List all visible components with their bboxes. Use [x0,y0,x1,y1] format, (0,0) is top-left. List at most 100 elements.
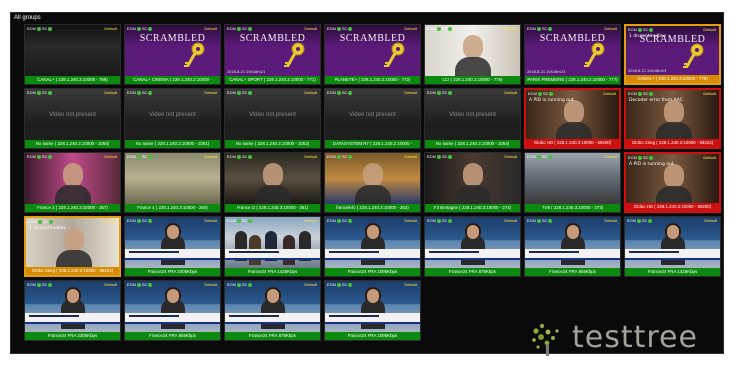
video-preview[interactable]: SCRAMBLED [225,25,320,76]
default-badge: Default [604,218,617,223]
sc-label: SC [241,90,248,95]
ecm-status-icon [637,155,642,160]
video-preview[interactable] [225,217,320,268]
ecm-sc-indicator: ECM SC [227,90,253,95]
channel-tile[interactable]: ECM SC Default A PID is running out Globo HD… [524,88,621,149]
channel-tile[interactable]: Video not present ECM SC Default No name ( 2… [24,88,121,149]
status-indicators: ECM SC Default [26,218,119,225]
channel-tile[interactable]: ECM SC Default France24 FRA 1425Kbps [224,216,321,277]
video-preview[interactable] [325,281,420,332]
channel-tile[interactable]: ECM SC Default F3 Bretagne ( 228.1.240.3:10… [424,152,521,213]
channel-label: francelnfo ( 228.1.240.3:10000 - 262) [325,204,420,212]
channel-label: France 4 ( 228.1.240.3:10000 - 260) [125,204,220,212]
status-indicators: ECM SC Default [525,25,620,32]
video-preview[interactable] [425,153,520,204]
anchor-face [167,225,179,239]
sc-label: SC [141,154,148,159]
video-preview[interactable] [125,217,220,268]
video-preview[interactable] [125,281,220,332]
video-preview[interactable] [25,25,120,76]
video-preview[interactable]: SCRAMBLED [525,25,620,76]
person-figure [63,163,83,187]
ecm-status-icon [236,282,241,287]
channel-tile[interactable]: ECM SC Default France24 FRA 655Kbps [124,280,221,341]
ecm-status-icon [637,27,642,32]
channel-tile[interactable]: Video not present ECM SC Default DATASYSTEM … [324,88,421,149]
ecm-sc-indicator: ECM SC [127,26,153,31]
video-preview[interactable] [25,281,120,332]
channel-tile[interactable]: ECM SC Default France24 FRA 875Kbps [424,216,521,277]
ecm-label: ECM [127,90,136,95]
video-preview[interactable]: Video not present [425,89,520,140]
channel-tile[interactable]: ECM SC Default A PID is running out Globo HD… [624,152,721,213]
channel-tile[interactable]: SCRAMBLED ECM SC Default CANAL+ CINEMA ( 228… [124,24,221,85]
status-indicators: ECM SC Default [125,281,220,288]
channel-tile[interactable]: SCRAMBLED ECM SC Default 2018-8-21 20h18m23 P… [524,24,621,85]
sc-status-icon [49,219,54,224]
channel-tile[interactable]: Video not present ECM SC Default No name ( 2… [424,88,521,149]
video-preview[interactable]: SCRAMBLED [325,25,420,76]
video-preview[interactable] [325,217,420,268]
channel-tile[interactable]: SCRAMBLED ECM SC Default 2018-8-21 20h18m21 C… [224,24,321,85]
channel-tile[interactable]: ECM SC Default francelnfo ( 228.1.240.3:100… [324,152,421,213]
news-ticker [25,313,120,322]
channel-tile[interactable]: Video not present ECM SC Default No name ( 2… [224,88,321,149]
channel-tile[interactable]: ECM SC Default Decoder error from AAC Globo … [624,88,721,149]
error-message: A PID is running out [629,162,674,167]
channel-tile[interactable]: Video not present ECM SC Default No name ( 2… [124,88,221,149]
ecm-status-icon [36,154,41,159]
video-preview[interactable] [525,153,620,204]
channel-tile[interactable]: ECM SC Default France 4 ( 228.1.240.3:10000… [124,152,221,213]
channel-tile[interactable]: ECM SC Default CANAL+ ( 228.1.240.2:10000 -… [24,24,121,85]
channel-tile[interactable]: ECM SC Default France24 FRA 655Kbps [524,216,621,277]
ecm-label: ECM [127,26,136,31]
video-preview[interactable] [625,217,720,268]
sc-status-icon [448,90,453,95]
ecm-sc-indicator: ECM SC [628,27,654,32]
news-ticker-band [125,322,220,324]
channel-tile[interactable]: ECM SC Default France 2 ( 228.1.240.3:10000… [24,152,121,213]
ecm-sc-indicator: ECM SC [527,218,553,223]
sc-status-icon [348,282,353,287]
channel-tile[interactable]: SCRAMBLED ECM SC Default PLANETE+ ( 228.1.24… [324,24,421,85]
video-preview[interactable] [225,153,320,204]
video-preview[interactable]: SCRAMBLED [125,25,220,76]
sc-label: SC [541,218,548,223]
video-preview[interactable]: Video not present [225,89,320,140]
status-indicators: ECM SC Default [525,217,620,224]
ecm-status-icon [436,90,441,95]
sc-status-icon [48,26,53,31]
anchor-face [567,225,579,239]
channel-tile[interactable]: SCRAMBLED ECM SC Default 1 discontinuities 20… [624,24,721,85]
channel-tile[interactable]: ECM SC Default France24 FRA 875Kbps [224,280,321,341]
video-preview[interactable]: Video not present [125,89,220,140]
channel-tile[interactable]: ECM SC Default France24 FRA 1095Kbps [324,280,421,341]
channel-label: TV8 ( 228.1.240.3:10000 - 373) [525,204,620,212]
video-preview[interactable] [325,153,420,204]
video-preview[interactable] [25,153,120,204]
video-preview[interactable] [125,153,220,204]
channel-tile[interactable]: ECM SC Default France24 FRA 2305Kbps [24,280,121,341]
channel-tile[interactable]: ECM SC Default France O ( 228.1.240.3:10000… [224,152,321,213]
channel-tile[interactable]: ECM SC Default France24 FRA 1095Kbps [324,216,421,277]
default-badge: Default [603,91,616,96]
channel-tile[interactable]: ECM SC Default France24 FRA 1425Kbps [624,216,721,277]
video-preview[interactable]: Video not present [25,89,120,140]
sc-label: SC [541,154,548,159]
channel-tile[interactable]: ECM SC Default LCI ( 228.1.240.2:10000 - 77… [424,24,521,85]
default-badge: Default [504,26,517,31]
sc-label: SC [41,154,48,159]
person-figure [263,163,283,187]
status-indicators: ECM SC Default [525,153,620,160]
channel-tile[interactable]: ECM SC Default 1 discontinuities Globo 1Seg … [24,216,121,277]
video-preview[interactable] [425,25,520,76]
video-preview[interactable] [225,281,320,332]
channel-tile[interactable]: ECM SC Default France24 FRA 2305Kbps [124,216,221,277]
default-badge: Default [204,154,217,159]
ecm-sc-indicator: ECM SC [27,282,53,287]
ecm-status-icon [436,154,441,159]
video-preview[interactable] [525,217,620,268]
video-preview[interactable] [425,217,520,268]
video-preview[interactable]: Video not present [325,89,420,140]
channel-tile[interactable]: ECM SC Default TV8 ( 228.1.240.3:10000 - 37… [524,152,621,213]
